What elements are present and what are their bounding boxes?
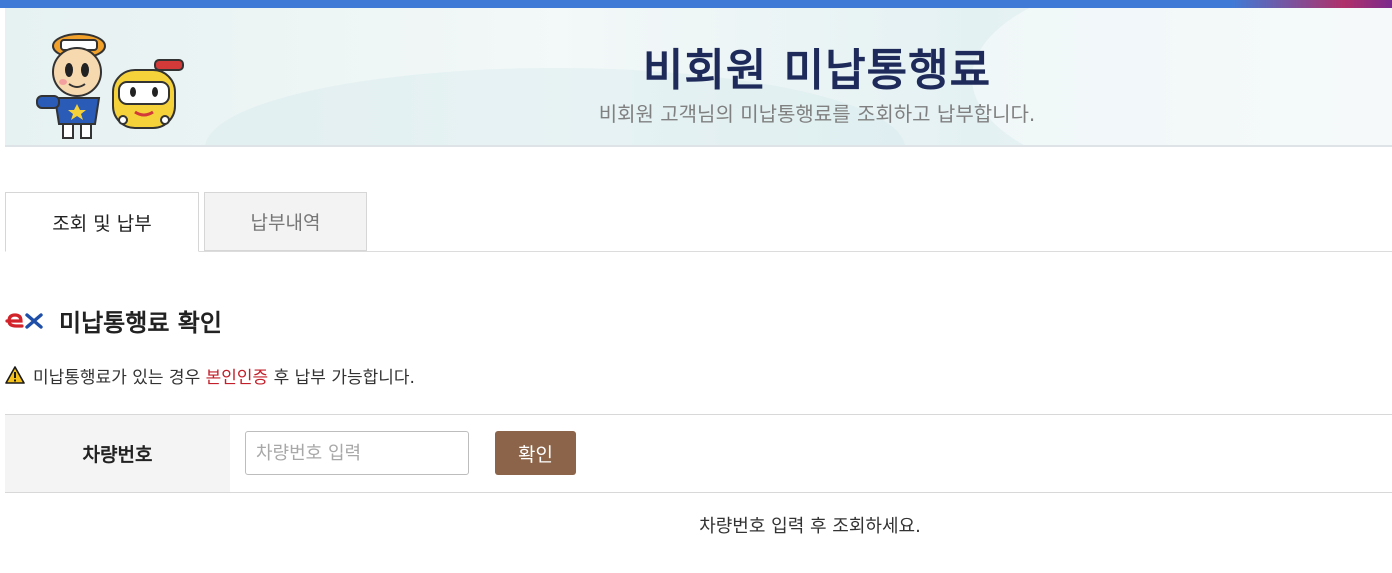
notice-text-prefix: 미납통행료가 있는 경우 xyxy=(33,367,206,388)
tab-inquiry-payment[interactable]: 조회 및 납부 xyxy=(5,192,199,252)
notice-highlight: 본인인증 xyxy=(205,367,269,388)
page-title: 비회원 미납통행료 xyxy=(642,45,992,96)
tab-payment-history[interactable]: 납부내역 xyxy=(204,192,367,251)
notice-text-suffix: 후 납부 가능합니다. xyxy=(268,367,415,388)
tab-bar: 조회 및 납부 납부내역 xyxy=(5,192,1392,252)
tab-baseline xyxy=(5,251,1392,252)
page-header-banner: 비회원 미납통행료 비회원 고객님의 미납통행료를 조회하고 납부합니다. xyxy=(5,8,1392,147)
vehicle-number-input[interactable] xyxy=(245,431,469,475)
vehicle-search-form: 차량번호 확인 xyxy=(5,414,1392,493)
vehicle-number-label: 차량번호 xyxy=(5,415,230,492)
top-accent-gradient xyxy=(1232,0,1392,8)
section-title: 미납통행료 확인 xyxy=(59,308,222,337)
result-message: 차량번호 입력 후 조회하세요. xyxy=(699,516,921,537)
section-header: 미납통행료 확인 xyxy=(5,302,222,338)
notice-message: 미납통행료가 있는 경우 본인인증 후 납부 가능합니다. xyxy=(5,362,415,388)
top-accent-bar xyxy=(0,0,1392,8)
ex-logo-icon xyxy=(5,313,43,329)
confirm-button[interactable]: 확인 xyxy=(495,431,576,475)
page-subtitle: 비회원 고객님의 미납통행료를 조회하고 납부합니다. xyxy=(598,102,1036,126)
warning-icon xyxy=(5,366,25,384)
